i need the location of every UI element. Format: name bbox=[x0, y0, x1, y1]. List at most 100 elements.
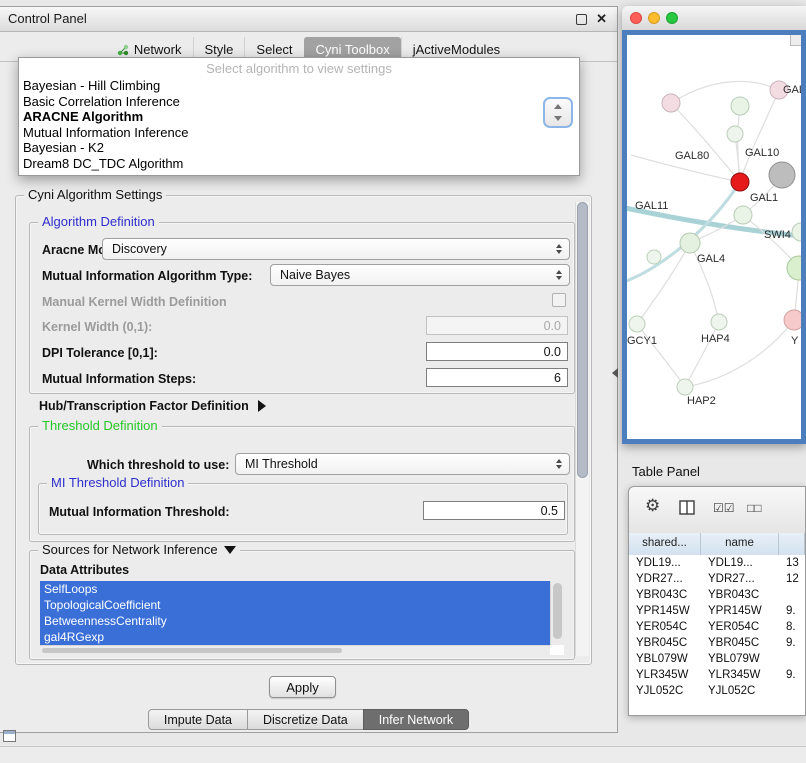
network-node[interactable] bbox=[734, 206, 752, 224]
algorithm-option[interactable]: ARACNE Algorithm bbox=[19, 109, 579, 125]
table-cell: YBR045C bbox=[629, 635, 701, 651]
gear-icon[interactable]: ⚙ bbox=[645, 498, 660, 514]
table-cell: 9. bbox=[779, 635, 805, 651]
table-row[interactable]: YBR043CYBR043C bbox=[629, 587, 805, 603]
table-cell: 9. bbox=[779, 667, 805, 683]
table-panel-window: ⚙ ☑☑ □□ shared...name YDL19...YDL19...13… bbox=[628, 486, 806, 716]
minimize-traffic-light-icon[interactable] bbox=[648, 12, 660, 24]
stepper-icon bbox=[556, 454, 562, 474]
control-panel-window: Control Panel ✕ NetworkStyleSelectCyni T… bbox=[0, 6, 618, 733]
attribute-item[interactable]: SelfLoops bbox=[40, 581, 550, 597]
table-cell: YPR145W bbox=[701, 603, 779, 619]
select-columns-icon[interactable] bbox=[679, 500, 695, 515]
algorithm-option[interactable]: Dream8 DC_TDC Algorithm bbox=[19, 156, 579, 172]
table-row[interactable]: YJL052CYJL052C bbox=[629, 683, 805, 699]
status-bar bbox=[0, 746, 806, 763]
bottom-tab-discretize-data[interactable]: Discretize Data bbox=[247, 709, 364, 730]
table-row[interactable]: YBR045CYBR045C9. bbox=[629, 635, 805, 651]
table-cell: YER054C bbox=[701, 619, 779, 635]
table-cell: YBR043C bbox=[629, 587, 701, 603]
network-node[interactable] bbox=[662, 94, 680, 112]
network-node[interactable] bbox=[711, 314, 727, 330]
table-row[interactable]: YER054CYER054C8. bbox=[629, 619, 805, 635]
bottom-tab-infer-network[interactable]: Infer Network bbox=[363, 709, 469, 730]
bottom-tab-impute-data[interactable]: Impute Data bbox=[148, 709, 248, 730]
network-node[interactable] bbox=[727, 126, 743, 142]
hide-unchecked-icon[interactable]: □□ bbox=[747, 500, 762, 516]
table-cell bbox=[779, 587, 805, 603]
column-header[interactable]: shared... bbox=[629, 533, 701, 555]
attribute-item[interactable]: TopologicalCoefficient bbox=[40, 597, 550, 613]
panel-splitter-handle[interactable] bbox=[612, 368, 618, 378]
show-checked-icon[interactable]: ☑☑ bbox=[713, 500, 735, 516]
data-attributes-label: Data Attributes bbox=[40, 563, 129, 577]
table-row[interactable]: YDL19...YDL19...13 bbox=[629, 555, 805, 571]
network-edge bbox=[671, 81, 779, 103]
attribute-item[interactable]: gal4RGexp bbox=[40, 629, 550, 645]
sources-group-title[interactable]: Sources for Network Inference bbox=[38, 542, 240, 557]
mi-threshold-label: Mutual Information Threshold: bbox=[49, 505, 230, 519]
network-node[interactable] bbox=[731, 97, 749, 115]
column-header[interactable] bbox=[779, 533, 805, 555]
network-node[interactable] bbox=[680, 233, 700, 253]
settings-scrollbar[interactable] bbox=[575, 202, 589, 656]
close-traffic-light-icon[interactable] bbox=[630, 12, 642, 24]
table-cell: YDR27... bbox=[629, 571, 701, 587]
aracne-mode-select[interactable]: Discovery bbox=[102, 238, 570, 260]
network-node[interactable] bbox=[784, 310, 801, 330]
restore-panel-icon[interactable] bbox=[3, 730, 16, 742]
algorithm-option[interactable]: Basic Correlation Inference bbox=[19, 94, 579, 110]
float-window-icon[interactable] bbox=[576, 14, 587, 25]
algorithm-option[interactable]: Bayesian - K2 bbox=[19, 140, 579, 156]
threshold-definition-group: Threshold Definition Which threshold to … bbox=[29, 426, 575, 542]
table-row[interactable]: YBL079WYBL079W bbox=[629, 651, 805, 667]
node-label: GAL4 bbox=[697, 253, 725, 265]
table-cell: YBR045C bbox=[701, 635, 779, 651]
control-panel-title: Control Panel bbox=[8, 11, 87, 26]
network-node[interactable] bbox=[629, 316, 645, 332]
network-node[interactable] bbox=[731, 173, 749, 191]
cyni-bottom-tabs: Impute DataDiscretize DataInfer Network bbox=[0, 709, 617, 730]
focused-spinner[interactable] bbox=[543, 97, 573, 128]
which-threshold-value: MI Threshold bbox=[245, 457, 318, 471]
hub-transcription-factor-section[interactable]: Hub/Transcription Factor Definition bbox=[39, 399, 266, 413]
table-row[interactable]: YPR145WYPR145W9. bbox=[629, 603, 805, 619]
algorithm-option[interactable]: Mutual Information Inference bbox=[19, 125, 579, 141]
which-threshold-select[interactable]: MI Threshold bbox=[235, 453, 570, 475]
scrollbar-thumb[interactable] bbox=[577, 202, 588, 478]
scrollbar-thumb[interactable] bbox=[553, 583, 562, 639]
node-label: GAL8 bbox=[783, 84, 801, 96]
close-icon[interactable]: ✕ bbox=[596, 11, 607, 27]
network-edge bbox=[637, 243, 690, 324]
manual-kernel-width-checkbox[interactable] bbox=[552, 293, 566, 307]
network-edge bbox=[671, 103, 740, 182]
node-label: GAL1 bbox=[750, 192, 778, 204]
network-node[interactable] bbox=[677, 379, 693, 395]
network-canvas[interactable]: GAL8GAL80GAL10GAL11GAL1SWI4GAL4GCY1HAP4Y… bbox=[622, 30, 806, 444]
mi-steps-field[interactable]: 6 bbox=[426, 368, 568, 387]
tab-label: jActiveModules bbox=[413, 42, 500, 57]
table-row[interactable]: YLR345WYLR345W9. bbox=[629, 667, 805, 683]
dpi-tolerance-field[interactable]: 0.0 bbox=[426, 342, 568, 361]
mi-threshold-field[interactable]: 0.5 bbox=[423, 501, 565, 520]
network-node[interactable] bbox=[787, 256, 801, 280]
apply-button[interactable]: Apply bbox=[269, 676, 336, 698]
table-cell: YBL079W bbox=[701, 651, 779, 667]
algorithm-option[interactable]: Bayesian - Hill Climbing bbox=[19, 78, 579, 94]
mi-algorithm-type-select[interactable]: Naive Bayes bbox=[270, 264, 570, 286]
algorithm-popup-placeholder: Select algorithm to view settings bbox=[19, 58, 579, 78]
column-header[interactable]: name bbox=[701, 533, 779, 555]
network-window-titlebar[interactable] bbox=[622, 6, 806, 31]
table-cell: YPR145W bbox=[629, 603, 701, 619]
attributes-horizontal-scrollbar[interactable] bbox=[40, 645, 550, 655]
network-node[interactable] bbox=[792, 223, 801, 241]
attributes-vertical-scrollbar[interactable] bbox=[550, 581, 564, 645]
zoom-traffic-light-icon[interactable] bbox=[666, 12, 678, 24]
kernel-width-field[interactable]: 0.0 bbox=[426, 316, 568, 335]
table-row[interactable]: YDR27...YDR27...12 bbox=[629, 571, 805, 587]
network-node[interactable] bbox=[647, 250, 661, 264]
scrollbar-thumb[interactable] bbox=[42, 648, 342, 653]
network-node[interactable] bbox=[769, 162, 795, 188]
attribute-item[interactable]: BetweennessCentrality bbox=[40, 613, 550, 629]
control-panel-titlebar[interactable]: Control Panel ✕ bbox=[0, 7, 617, 32]
